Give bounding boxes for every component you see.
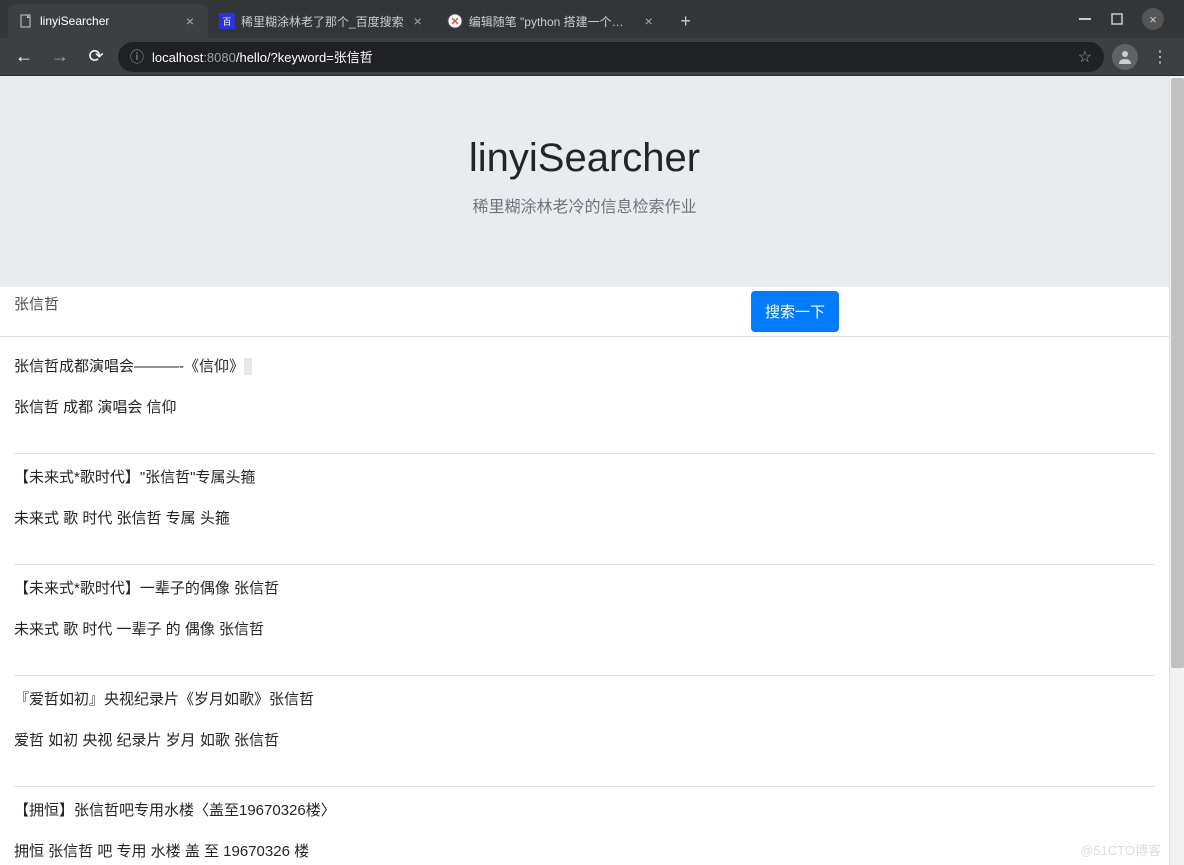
result-title[interactable]: 张信哲成都演唱会———-《信仰》 — [14, 355, 1155, 376]
tab-linyisearcher[interactable]: linyiSearcher × — [8, 4, 208, 38]
page-header: linyiSearcher 稀里糊涂林老冷的信息检索作业 — [0, 76, 1169, 287]
close-icon[interactable]: × — [410, 13, 426, 29]
url-host: localhost — [152, 50, 203, 65]
page-subtitle: 稀里糊涂林老冷的信息检索作业 — [20, 193, 1149, 217]
result-title[interactable]: 『爱哲如初』央视纪录片《岁月如歌》张信哲 — [14, 688, 1155, 709]
browser-toolbar: ← → ⟳ ⓘ localhost:8080/hello/?keyword=张信… — [0, 38, 1184, 76]
result-title[interactable]: 【未来式*歌时代】"张信哲"专属头箍 — [14, 466, 1155, 487]
svg-text:百: 百 — [222, 17, 231, 27]
result-item: 【拥恒】张信哲吧专用水楼〈盖至19670326楼〉 拥恒 张信哲 吧 专用 水楼… — [14, 787, 1155, 865]
forward-button[interactable]: → — [46, 43, 74, 71]
maximize-button[interactable] — [1110, 12, 1124, 26]
result-item: 【未来式*歌时代】一辈子的偶像 张信哲 未来式 歌 时代 一辈子 的 偶像 张信… — [14, 565, 1155, 676]
search-results: 张信哲成都演唱会———-《信仰》 张信哲 成都 演唱会 信仰 【未来式*歌时代】… — [0, 337, 1169, 865]
bookmark-star-icon[interactable]: ☆ — [1078, 47, 1092, 67]
page-icon — [18, 13, 34, 29]
result-desc: 未来式 歌 时代 张信哲 专属 头箍 — [14, 507, 1155, 528]
viewport: linyiSearcher 稀里糊涂林老冷的信息检索作业 搜索一下 张信哲成都演… — [0, 76, 1184, 865]
search-bar: 搜索一下 — [0, 287, 1169, 337]
result-item: 『爱哲如初』央视纪录片《岁月如歌》张信哲 爱哲 如初 央视 纪录片 岁月 如歌 … — [14, 676, 1155, 787]
window-controls: × — [1066, 0, 1176, 38]
tab-cnblogs-edit[interactable]: 编辑随笔 "python 搭建一个简单的 × — [437, 4, 667, 38]
reload-button[interactable]: ⟳ — [82, 43, 110, 71]
tab-baidu-search[interactable]: 百 稀里糊涂林老了那个_百度搜索 × — [209, 4, 436, 38]
close-icon[interactable]: × — [641, 13, 657, 29]
address-bar[interactable]: ⓘ localhost:8080/hello/?keyword=张信哲 ☆ — [118, 42, 1104, 72]
profile-button[interactable] — [1112, 44, 1138, 70]
result-title[interactable]: 【未来式*歌时代】一辈子的偶像 张信哲 — [14, 577, 1155, 598]
result-desc: 未来式 歌 时代 一辈子 的 偶像 张信哲 — [14, 618, 1155, 639]
tabs-container: linyiSearcher × 百 稀里糊涂林老了那个_百度搜索 × 编辑随笔 … — [8, 0, 1066, 38]
new-tab-button[interactable]: + — [672, 7, 700, 35]
url-text: localhost:8080/hello/?keyword=张信哲 — [152, 47, 1070, 66]
scrollbar[interactable] — [1169, 76, 1184, 865]
kebab-menu-icon[interactable]: ⋮ — [1146, 47, 1174, 67]
cnblogs-icon — [447, 13, 463, 29]
window-close-button[interactable]: × — [1142, 8, 1164, 30]
search-button[interactable]: 搜索一下 — [751, 291, 839, 332]
search-input[interactable] — [0, 287, 561, 320]
result-desc: 张信哲 成都 演唱会 信仰 — [14, 396, 1155, 417]
close-icon[interactable]: × — [182, 13, 198, 29]
page-title: linyiSearcher — [20, 136, 1149, 181]
info-icon[interactable]: ⓘ — [130, 47, 144, 67]
minimize-button[interactable] — [1078, 12, 1092, 26]
baidu-icon: 百 — [219, 13, 235, 29]
url-path: /hello/?keyword=张信哲 — [236, 50, 373, 65]
back-button[interactable]: ← — [10, 43, 38, 71]
tab-title: 编辑随笔 "python 搭建一个简单的 — [469, 13, 635, 30]
result-title[interactable]: 【拥恒】张信哲吧专用水楼〈盖至19670326楼〉 — [14, 799, 1155, 820]
browser-tab-strip: linyiSearcher × 百 稀里糊涂林老了那个_百度搜索 × 编辑随笔 … — [0, 0, 1184, 38]
result-item: 张信哲成都演唱会———-《信仰》 张信哲 成都 演唱会 信仰 — [14, 345, 1155, 454]
toolbar-right: ⋮ — [1112, 44, 1174, 70]
result-desc: 拥恒 张信哲 吧 专用 水楼 盖 至 19670326 楼 — [14, 840, 1155, 861]
tab-title: linyiSearcher — [40, 14, 176, 28]
tab-title: 稀里糊涂林老了那个_百度搜索 — [241, 13, 404, 30]
scrollbar-thumb[interactable] — [1171, 78, 1184, 668]
result-item: 【未来式*歌时代】"张信哲"专属头箍 未来式 歌 时代 张信哲 专属 头箍 — [14, 454, 1155, 565]
page-content: linyiSearcher 稀里糊涂林老冷的信息检索作业 搜索一下 张信哲成都演… — [0, 76, 1169, 865]
result-desc: 爱哲 如初 央视 纪录片 岁月 如歌 张信哲 — [14, 729, 1155, 750]
url-port: :8080 — [203, 50, 236, 65]
